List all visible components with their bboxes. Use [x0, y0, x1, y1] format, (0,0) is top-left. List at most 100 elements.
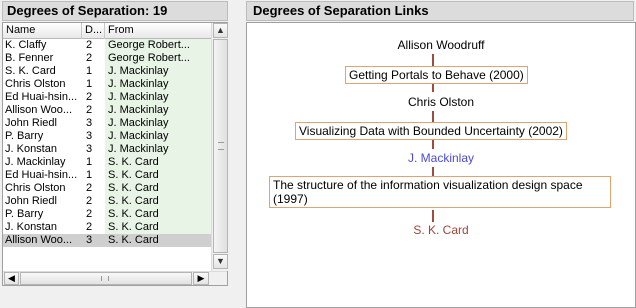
cell-degree: 1 [86, 78, 93, 90]
cell-from: S. K. Card [105, 182, 211, 195]
cell-name: P. Barry [5, 130, 44, 142]
cell-name: Ed Huai-hsin... [5, 91, 78, 103]
scroll-down-icon[interactable]: ▼ [213, 254, 228, 269]
cell-from: S. K. Card [105, 156, 211, 169]
chain-publication[interactable]: Getting Portals to Behave (2000) [345, 66, 528, 84]
cell-degree: 1 [86, 65, 93, 77]
cell-degree: 2 [86, 221, 93, 233]
cell-from: S. K. Card [105, 208, 211, 221]
cell-name: J. Konstan [5, 143, 57, 155]
cell-degree: 2 [86, 195, 93, 207]
cell-name: J. Konstan [5, 221, 57, 233]
separation-list-panel: Degrees of Separation: 19 Name D... From… [0, 0, 230, 308]
table-row[interactable]: John Riedl 2 S. K. Card [3, 195, 211, 208]
scroll-left-icon[interactable]: ◀ [4, 272, 19, 285]
cell-name: John Riedl [5, 117, 57, 129]
cell-name: Chris Olston [5, 78, 66, 90]
column-header-name[interactable]: Name [3, 23, 82, 39]
vertical-scrollbar[interactable]: ▲ ▼ [211, 23, 228, 271]
publication-title: The structure of the information visuali… [273, 178, 583, 192]
cell-degree: 2 [86, 91, 93, 103]
cell-degree: 3 [82, 234, 105, 247]
cell-from: J. Mackinlay [105, 104, 211, 117]
grid-header: Name D... From [3, 23, 211, 39]
cell-name: J. Mackinlay [5, 156, 66, 168]
separation-count-title: Degrees of Separation: 19 [2, 1, 228, 21]
chain-connector [432, 140, 434, 149]
cell-degree: 3 [86, 117, 93, 129]
column-header-degree[interactable]: D... [82, 23, 105, 39]
cell-from: J. Mackinlay [105, 91, 211, 104]
table-row[interactable]: K. Claffy 2 George Robert... [3, 39, 211, 52]
vertical-scroll-thumb[interactable] [213, 39, 228, 253]
chain-connector [432, 210, 434, 222]
cell-from: J. Mackinlay [105, 117, 211, 130]
cell-from: J. Mackinlay [105, 130, 211, 143]
cell-name: John Riedl [5, 195, 57, 207]
table-row[interactable]: J. Konstan 3 J. Mackinlay [3, 143, 211, 156]
cell-degree: 3 [86, 143, 93, 155]
cell-name: Chris Olston [5, 182, 66, 194]
chain-person[interactable]: Chris Olston [247, 95, 635, 109]
table-row[interactable]: S. K. Card 1 J. Mackinlay [3, 65, 211, 78]
scroll-up-icon[interactable]: ▲ [213, 23, 228, 38]
publication-year: (1997) [273, 192, 308, 206]
grip-icon [101, 276, 109, 281]
horizontal-scrollbar[interactable]: ◀ ▶ [3, 271, 227, 285]
cell-from: J. Mackinlay [105, 143, 211, 156]
separation-links-panel: Degrees of Separation Links Allison Wood… [244, 0, 636, 308]
table-row[interactable]: Ed Huai-hsin... 1 S. K. Card [3, 169, 211, 182]
link-chain: Allison Woodruff Getting Portals to Beha… [246, 22, 636, 308]
table-row[interactable]: J. Mackinlay 1 S. K. Card [3, 156, 211, 169]
table-row[interactable]: Allison Woo... 2 J. Mackinlay [3, 104, 211, 117]
cell-from: J. Mackinlay [105, 78, 211, 91]
cell-from: George Robert... [105, 52, 211, 65]
cell-degree: 1 [86, 156, 93, 168]
chain-person-selected[interactable]: J. Mackinlay [247, 151, 635, 165]
table-row[interactable]: Chris Olston 1 J. Mackinlay [3, 78, 211, 91]
cell-name: Ed Huai-hsin... [5, 169, 78, 181]
cell-from: S. K. Card [105, 169, 211, 182]
cell-degree: 1 [86, 169, 93, 181]
cell-name: Allison Woo... [3, 234, 82, 247]
links-title: Degrees of Separation Links [246, 1, 634, 21]
table-row[interactable]: Ed Huai-hsin... 2 J. Mackinlay [3, 91, 211, 104]
cell-degree: 2 [86, 104, 93, 116]
cell-name: S. K. Card [5, 65, 56, 77]
cell-from: S. K. Card [105, 234, 211, 247]
cell-degree: 2 [86, 52, 93, 64]
cell-from: George Robert... [105, 39, 211, 52]
chain-publication[interactable]: Visualizing Data with Bounded Uncertaint… [295, 122, 567, 140]
cell-from: S. K. Card [105, 221, 211, 234]
cell-from: J. Mackinlay [105, 65, 211, 78]
table-row[interactable]: John Riedl 3 J. Mackinlay [3, 117, 211, 130]
column-header-from[interactable]: From [105, 23, 211, 39]
chain-person-start[interactable]: Allison Woodruff [247, 38, 635, 52]
table-row[interactable]: Chris Olston 2 S. K. Card [3, 182, 211, 195]
cell-name: B. Fenner [5, 52, 54, 64]
cell-name: Allison Woo... [5, 104, 73, 116]
chain-publication[interactable]: The structure of the information visuali… [269, 176, 611, 208]
cell-degree: 2 [86, 182, 93, 194]
cell-name: P. Barry [5, 208, 44, 220]
cell-degree: 2 [86, 39, 93, 51]
chain-connector [432, 84, 434, 92]
cell-from: S. K. Card [105, 195, 211, 208]
cell-degree: 2 [86, 208, 93, 220]
grid-body: K. Claffy 2 George Robert... B. Fenner 2 Geor… [3, 39, 211, 247]
table-row[interactable]: J. Konstan 2 S. K. Card [3, 221, 211, 234]
cell-degree: 3 [86, 130, 93, 142]
chain-connector [432, 167, 434, 176]
separation-grid: Name D... From K. Claffy 2 George Robert..… [2, 22, 228, 286]
chain-connector [432, 54, 434, 66]
scroll-right-icon[interactable]: ▶ [193, 272, 209, 285]
chain-connector [432, 111, 434, 122]
table-row[interactable]: P. Barry 3 J. Mackinlay [3, 130, 211, 143]
table-row[interactable]: Allison Woo... 3 S. K. Card [3, 234, 211, 247]
horizontal-scroll-thumb[interactable] [20, 272, 192, 285]
table-row[interactable]: B. Fenner 2 George Robert... [3, 52, 211, 65]
cell-name: K. Claffy [5, 39, 47, 51]
chain-person-end[interactable]: S. K. Card [247, 223, 635, 237]
grip-icon [218, 142, 224, 150]
table-row[interactable]: P. Barry 2 S. K. Card [3, 208, 211, 221]
